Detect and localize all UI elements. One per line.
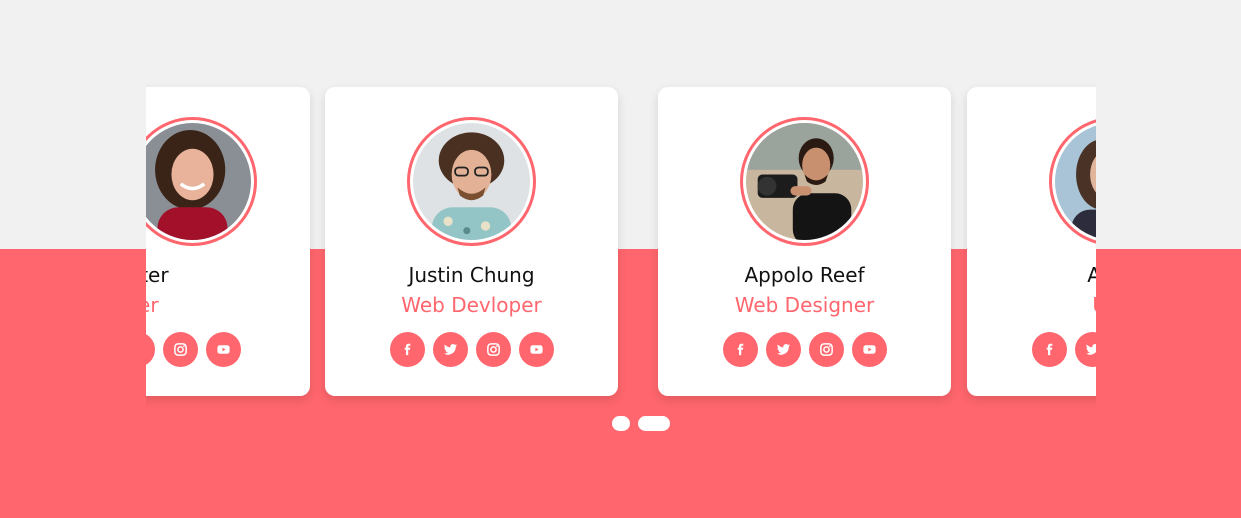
- twitter-link[interactable]: [766, 332, 801, 367]
- member-role: Web Devloper: [401, 293, 542, 317]
- facebook-icon: [737, 343, 744, 356]
- avatar: [407, 117, 536, 246]
- youtube-link[interactable]: [519, 332, 554, 367]
- twitter-link[interactable]: [146, 332, 155, 367]
- avatar-image: [746, 123, 863, 240]
- team-card: Adrin UI D: [967, 87, 1096, 396]
- youtube-icon: [217, 345, 230, 354]
- twitter-icon: [443, 344, 458, 355]
- instagram-link[interactable]: [809, 332, 844, 367]
- avatar-image: [146, 123, 251, 240]
- youtube-link[interactable]: [852, 332, 887, 367]
- instagram-icon: [820, 343, 833, 356]
- twitter-link[interactable]: [1075, 332, 1096, 367]
- carousel-pagination: [612, 416, 670, 431]
- facebook-icon: [404, 343, 411, 356]
- avatar-image: [1055, 123, 1096, 240]
- facebook-link[interactable]: [390, 332, 425, 367]
- avatar: [740, 117, 869, 246]
- team-card: Appolo Reef Web Designer: [658, 87, 951, 396]
- facebook-link[interactable]: [723, 332, 758, 367]
- instagram-link[interactable]: [163, 332, 198, 367]
- youtube-icon: [863, 345, 876, 354]
- social-links: [146, 332, 241, 367]
- social-links: [1032, 332, 1096, 367]
- social-links: [390, 332, 554, 367]
- facebook-link[interactable]: [1032, 332, 1067, 367]
- twitter-icon: [1085, 344, 1096, 355]
- member-role: Web Designer: [734, 293, 875, 317]
- avatar: [1049, 117, 1096, 246]
- pagination-dot[interactable]: [612, 416, 630, 431]
- team-card: ne Carter esigner: [146, 87, 310, 396]
- youtube-icon: [530, 345, 543, 354]
- avatar-image: [413, 123, 530, 240]
- youtube-link[interactable]: [206, 332, 241, 367]
- instagram-link[interactable]: [476, 332, 511, 367]
- member-role: esigner: [146, 293, 159, 317]
- pagination-dot-active[interactable]: [638, 416, 670, 431]
- twitter-link[interactable]: [433, 332, 468, 367]
- avatar: [146, 117, 257, 246]
- member-name: Adrin: [1087, 263, 1096, 287]
- instagram-icon: [487, 343, 500, 356]
- member-role: UI D: [967, 293, 1096, 317]
- team-carousel[interactable]: ne Carter esigner: [146, 80, 1096, 410]
- twitter-icon: [776, 344, 791, 355]
- member-name: ne Carter: [146, 263, 169, 287]
- instagram-icon: [174, 343, 187, 356]
- member-name: Appolo Reef: [744, 263, 865, 287]
- facebook-icon: [1046, 343, 1053, 356]
- team-card: Justin Chung Web Devloper: [325, 87, 618, 396]
- member-name: Justin Chung: [408, 263, 535, 287]
- social-links: [723, 332, 887, 367]
